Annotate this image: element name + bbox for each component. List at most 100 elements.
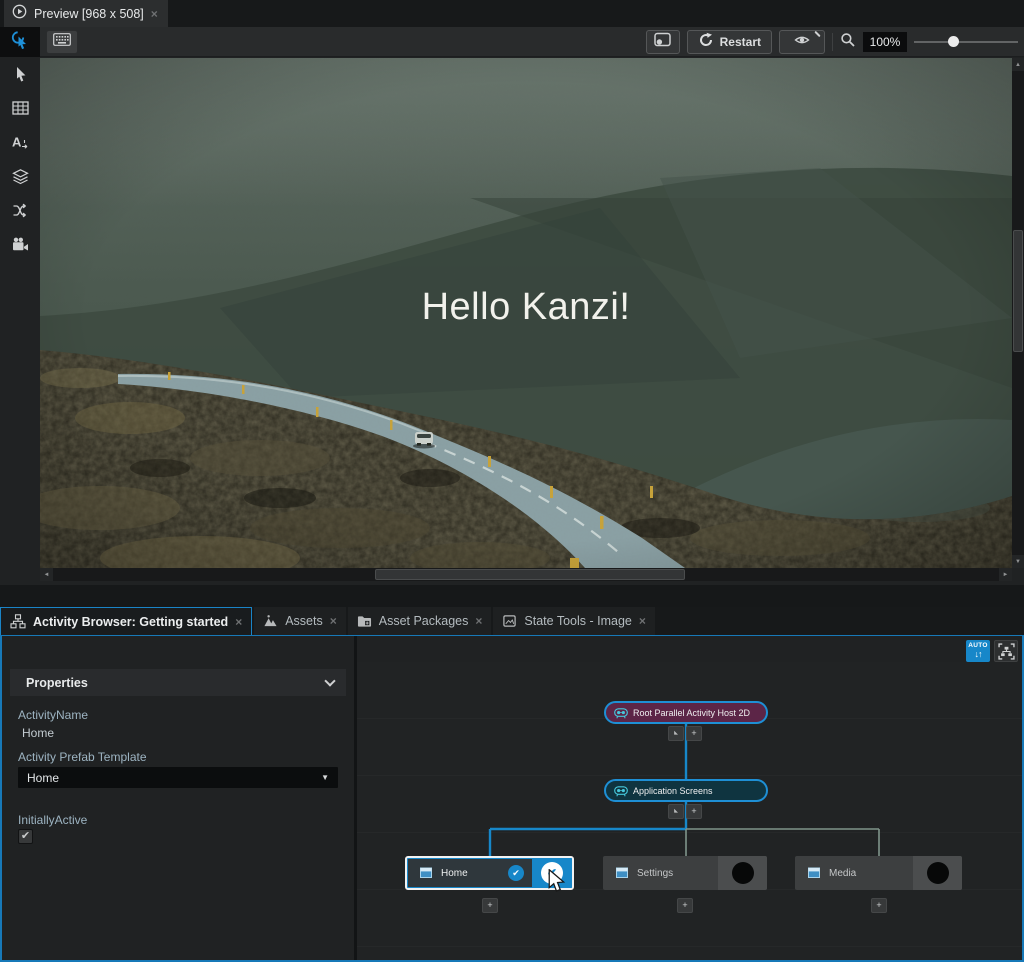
- inactive-circle[interactable]: [732, 862, 754, 884]
- activity-tree-icon: [10, 614, 26, 629]
- kanzi-studio-window: Preview [968 x 508] ×: [0, 0, 1024, 962]
- fit-to-view-button[interactable]: [994, 640, 1018, 662]
- tab-label: Asset Packages: [379, 614, 469, 628]
- select-tool-button[interactable]: [0, 57, 40, 91]
- add-child-button[interactable]: +: [871, 898, 887, 913]
- tab-asset-packages[interactable]: Asset Packages ×: [348, 607, 492, 635]
- preview-horizontal-scrollbar[interactable]: ◄ ►: [40, 568, 1012, 581]
- node-label: Settings: [637, 868, 673, 879]
- preview-viewport[interactable]: Hello Kanzi!: [40, 58, 1012, 568]
- grid-tool-button[interactable]: [0, 91, 40, 125]
- preview-toolbar: Restart 100%: [0, 27, 1024, 57]
- mouse-cursor-icon: [547, 869, 567, 898]
- pip-mode-button[interactable]: [646, 30, 680, 54]
- close-icon[interactable]: ×: [639, 615, 646, 627]
- initially-active-label: InitiallyActive: [18, 813, 87, 827]
- prefab-template-label: Activity Prefab Template: [18, 750, 147, 764]
- active-check-badge: ✔: [508, 865, 524, 881]
- close-icon[interactable]: ×: [475, 615, 482, 627]
- activity-name-label: ActivityName: [18, 708, 88, 722]
- close-icon[interactable]: ×: [330, 615, 337, 627]
- tab-assets[interactable]: Assets ×: [254, 607, 346, 635]
- video-camera-icon: [12, 237, 29, 252]
- bottom-tab-strip: Activity Browser: Getting started × Asse…: [0, 607, 1024, 635]
- add-child-button[interactable]: +: [686, 804, 702, 819]
- activity-host-icon: [614, 784, 628, 798]
- activity-name-value[interactable]: Home: [22, 726, 54, 740]
- play-circle-icon: [12, 4, 27, 24]
- collapse-button[interactable]: ◣: [668, 804, 684, 819]
- tab-preview[interactable]: Preview [968 x 508] ×: [4, 0, 168, 27]
- hello-kanzi-text: Hello Kanzi!: [40, 286, 1012, 329]
- node-label: Root Parallel Activity Host 2D: [633, 708, 750, 718]
- preview-tab-strip: Preview [968 x 508] ×: [0, 0, 1024, 27]
- preview-tab-title: Preview [968 x 508]: [34, 7, 144, 21]
- activity-browser-content: AUTO ↓↑ Properties: [0, 635, 1024, 962]
- properties-pane: Properties ActivityName Home Activity Pr…: [2, 662, 353, 960]
- keyboard-tool-button[interactable]: [46, 30, 78, 54]
- preview-toolbar-right: Restart 100%: [646, 30, 1018, 54]
- chevron-down-icon: ▼: [321, 773, 329, 782]
- camera-tool-button[interactable]: [0, 227, 40, 261]
- zoom-slider-track: [914, 41, 1018, 43]
- bottom-panel: Activity Browser: Getting started × Asse…: [0, 607, 1024, 962]
- zoom-slider[interactable]: [914, 30, 1018, 54]
- prefab-template-dropdown[interactable]: Home ▼: [18, 767, 338, 788]
- scroll-up-button[interactable]: ▲: [1012, 58, 1024, 71]
- activate-toggle-area[interactable]: [913, 856, 962, 890]
- auto-layout-button[interactable]: AUTO ↓↑: [966, 640, 990, 662]
- layers-tool-button[interactable]: [0, 159, 40, 193]
- toolbar-divider: [832, 33, 833, 51]
- interact-tool-button[interactable]: [0, 27, 40, 57]
- initially-active-checkbox[interactable]: ✔: [18, 829, 33, 844]
- zoom-slider-thumb[interactable]: [948, 36, 959, 47]
- keyboard-icon: [53, 33, 71, 51]
- tab-label: Activity Browser: Getting started: [33, 615, 228, 629]
- vertical-scroll-thumb[interactable]: [1013, 230, 1023, 352]
- tab-label: Assets: [285, 614, 323, 628]
- activate-toggle-area[interactable]: [718, 856, 767, 890]
- add-child-button[interactable]: +: [686, 726, 702, 741]
- zoom-level-field[interactable]: 100%: [863, 32, 907, 52]
- pip-icon: [654, 32, 671, 52]
- interact-cursor-icon: [10, 30, 30, 55]
- add-child-button[interactable]: +: [482, 898, 498, 913]
- scroll-left-button[interactable]: ◄: [40, 568, 53, 581]
- scroll-down-button[interactable]: ▼: [1012, 555, 1024, 568]
- close-icon[interactable]: ×: [235, 616, 242, 628]
- chevron-down-icon: [324, 675, 335, 686]
- horizontal-scroll-thumb[interactable]: [375, 569, 685, 580]
- restart-button[interactable]: Restart: [687, 30, 772, 54]
- eye-icon: [793, 33, 811, 52]
- visibility-button[interactable]: [779, 30, 825, 54]
- add-child-button[interactable]: +: [677, 898, 693, 913]
- close-icon[interactable]: ×: [151, 8, 158, 20]
- restart-label: Restart: [720, 35, 761, 49]
- preview-vertical-scrollbar[interactable]: ▲ ▼: [1012, 58, 1024, 568]
- preview-tool-strip: A: [0, 57, 40, 568]
- node-label: Media: [829, 868, 856, 879]
- preview-panel: Restart 100%: [0, 27, 1024, 585]
- node-settings[interactable]: Settings: [603, 856, 767, 890]
- zoom-magnifier-icon: [840, 32, 856, 53]
- scroll-right-button[interactable]: ►: [999, 568, 1012, 581]
- auto-arrows-icon: ↓↑: [975, 650, 982, 659]
- collapse-button[interactable]: ◣: [668, 726, 684, 741]
- properties-header[interactable]: Properties: [10, 669, 346, 696]
- flow-arrows-icon: [12, 202, 28, 219]
- activity-host-icon: [614, 706, 628, 720]
- text-tool-icon: A: [11, 134, 29, 150]
- svg-text:A: A: [12, 135, 22, 150]
- node-application-screens[interactable]: Application Screens: [604, 779, 768, 802]
- tab-state-tools[interactable]: State Tools - Image ×: [493, 607, 654, 635]
- inactive-circle[interactable]: [927, 862, 949, 884]
- activity-graph[interactable]: Root Parallel Activity Host 2D ◣ + Appli…: [357, 662, 1022, 960]
- layers-icon: [12, 168, 29, 185]
- node-root-parallel-activity-host[interactable]: Root Parallel Activity Host 2D: [604, 701, 768, 724]
- select-arrow-icon: [13, 66, 28, 83]
- tab-activity-browser[interactable]: Activity Browser: Getting started ×: [0, 607, 252, 635]
- node-media[interactable]: Media: [795, 856, 962, 890]
- activity-screen-icon: [419, 866, 433, 880]
- flow-tool-button[interactable]: [0, 193, 40, 227]
- text-tool-button[interactable]: A: [0, 125, 40, 159]
